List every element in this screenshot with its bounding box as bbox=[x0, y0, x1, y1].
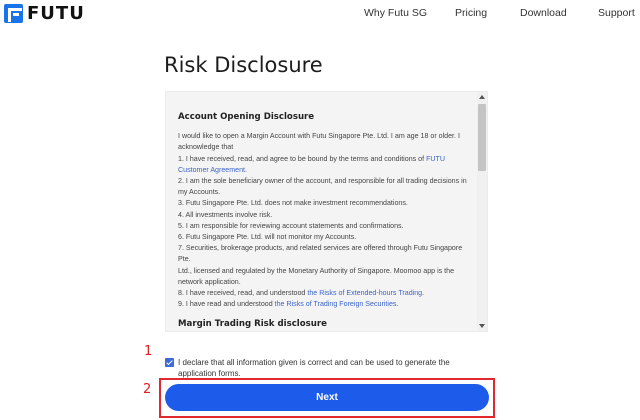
scrollbar-thumb[interactable] bbox=[478, 104, 486, 171]
annotation-marker-1: 1 bbox=[144, 344, 153, 359]
disclosure-scrollbar[interactable] bbox=[477, 92, 487, 331]
disclosure-item-9: 9. I have read and understood the Risks … bbox=[178, 300, 399, 309]
disclosure-intro: I would like to open a Margin Account wi… bbox=[178, 132, 460, 152]
margin-trading-heading: Margin Trading Risk disclosure bbox=[178, 319, 327, 330]
nav-pricing[interactable]: Pricing bbox=[455, 7, 487, 19]
disclosure-item-2: 2. I am the sole beneficiary owner of th… bbox=[178, 177, 467, 197]
page-title: Risk Disclosure bbox=[164, 53, 323, 77]
annotation-marker-2: 2 bbox=[143, 382, 152, 397]
disclosure-item-7: 7. Securities, brokerage products, and r… bbox=[178, 244, 463, 264]
account-opening-heading: Account Opening Disclosure bbox=[178, 112, 315, 122]
futu-logo-icon bbox=[4, 3, 23, 23]
disclosure-scroll-box[interactable]: Account Opening Disclosure I would like … bbox=[165, 91, 488, 332]
nav-why-futu-sg[interactable]: Why Futu SG bbox=[364, 7, 427, 19]
next-button[interactable]: Next bbox=[165, 384, 489, 411]
logo-text: FUTU bbox=[27, 2, 85, 24]
top-header: FUTU Why Futu SG Pricing Download Suppor… bbox=[0, 0, 640, 28]
nav-download[interactable]: Download bbox=[520, 7, 567, 19]
extended-hours-risk-link[interactable]: the Risks of Extended-hours Trading bbox=[307, 289, 422, 297]
disclosure-item-7b: Ltd., licensed and regulated by the Mone… bbox=[178, 266, 455, 286]
disclosure-item-4: 4. All investments involve risk. bbox=[178, 210, 273, 219]
scroll-up-arrow-icon[interactable] bbox=[479, 95, 485, 99]
futu-logo[interactable]: FUTU bbox=[4, 2, 85, 24]
scroll-down-arrow-icon[interactable] bbox=[479, 324, 485, 328]
declaration-checkbox[interactable] bbox=[165, 358, 174, 367]
disclosure-item-8: 8. I have received, read, and understood… bbox=[178, 289, 425, 298]
disclosure-content: Account Opening Disclosure I would like … bbox=[178, 112, 474, 331]
nav-support[interactable]: Support bbox=[598, 7, 635, 19]
disclosure-item-1: 1. I have received, read, and agree to b… bbox=[178, 154, 445, 174]
disclosure-item-3: 3. Futu Singapore Pte. Ltd. does not mak… bbox=[178, 199, 408, 208]
disclosure-item-5: 5. I am responsible for reviewing accoun… bbox=[178, 221, 404, 230]
foreign-securities-risk-link[interactable]: the Risks of Trading Foreign Securities bbox=[275, 300, 397, 308]
disclosure-item-6: 6. Futu Singapore Pte. Ltd. will not mon… bbox=[178, 233, 357, 242]
declaration-text: I declare that all information given is … bbox=[178, 358, 450, 378]
